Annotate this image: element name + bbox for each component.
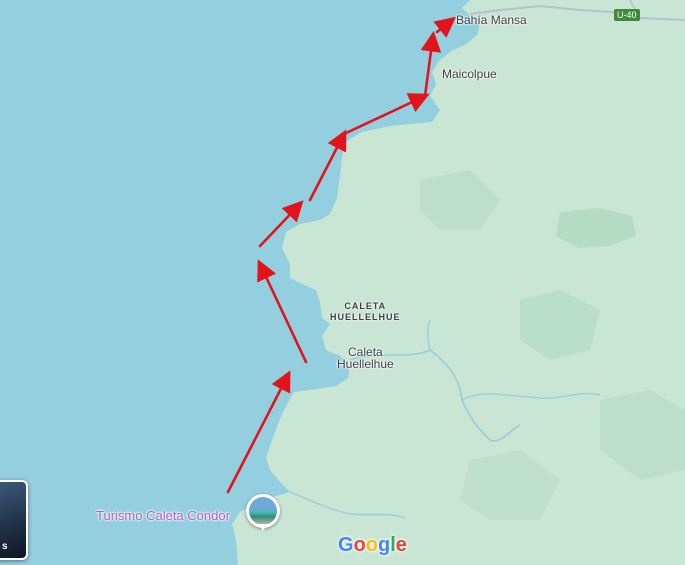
label-bahia-mansa[interactable]: Bahía Mansa (456, 13, 527, 27)
road-shield-u40[interactable]: U-40 (614, 9, 640, 21)
map-view[interactable]: Bahía Mansa Maicolpue CALETA HUELLELHUE … (0, 0, 685, 565)
photo-place-marker-icon[interactable] (246, 494, 280, 531)
google-logo: Google (338, 534, 407, 557)
area-label-line: CALETA (344, 301, 387, 311)
thumbnail-caption: s (2, 541, 8, 552)
map-canvas[interactable] (0, 0, 685, 565)
poi-photo-thumbnail (249, 497, 277, 525)
label-caleta-huellelhue[interactable]: Caleta Huellelhue (337, 346, 394, 370)
area-label-line: HUELLELHUE (330, 312, 401, 322)
google-logo-letter: o (353, 534, 366, 556)
marker-pointer (259, 524, 267, 531)
google-logo-letter: G (338, 534, 354, 556)
photo-thumbnail-icon[interactable]: s (0, 480, 28, 560)
label-maicolpue[interactable]: Maicolpue (442, 67, 497, 81)
google-logo-letter: o (365, 534, 378, 556)
google-logo-letter: g (378, 534, 391, 556)
poi-label-turismo-caleta-condor[interactable]: Turismo Caleta Condor (96, 508, 230, 523)
label-line: Huellelhue (337, 357, 394, 371)
google-logo-letter: e (395, 534, 407, 556)
label-caleta-huellelhue-area[interactable]: CALETA HUELLELHUE (330, 301, 401, 323)
